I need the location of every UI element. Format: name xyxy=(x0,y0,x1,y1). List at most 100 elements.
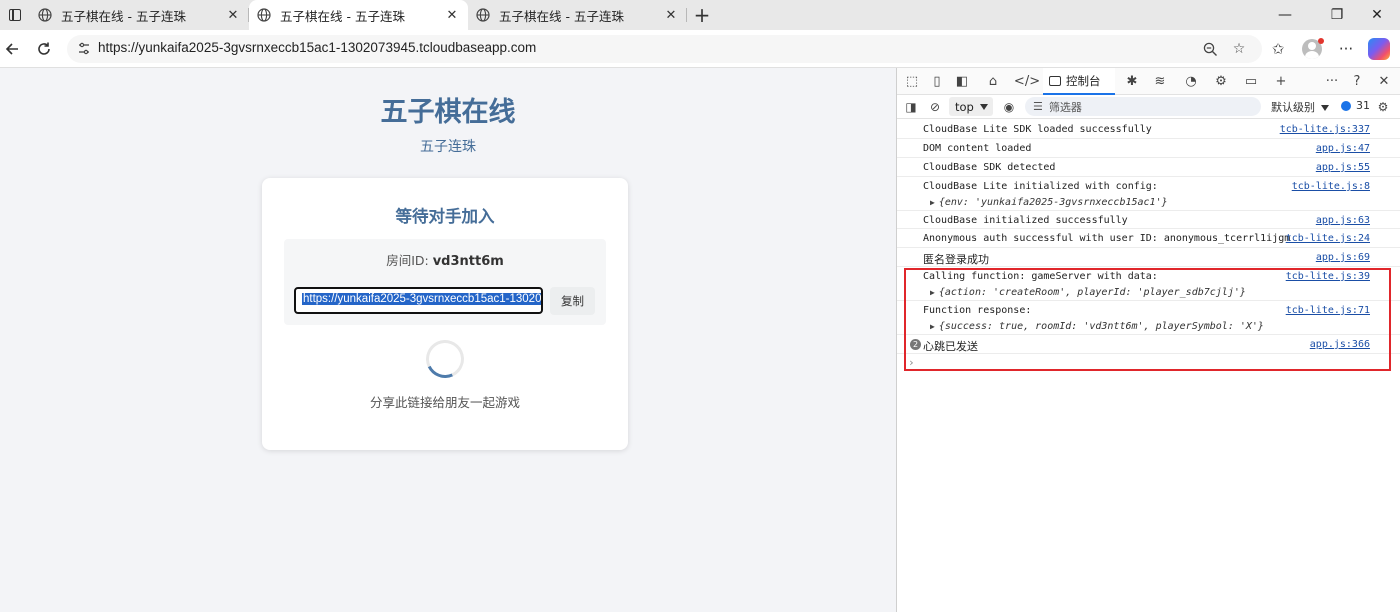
sources-bug-icon[interactable]: ✱ xyxy=(1123,72,1141,90)
share-hint: 分享此链接给朋友一起游戏 xyxy=(369,395,520,410)
message-bubble-icon xyxy=(1341,100,1351,111)
page-title: 五子棋在线 xyxy=(380,97,516,128)
tab-separator xyxy=(686,8,687,22)
log-source-link[interactable]: app.js:63 xyxy=(1316,215,1370,226)
sidebar-toggle-icon[interactable]: ◨ xyxy=(903,99,919,115)
close-tab-icon[interactable]: ✕ xyxy=(663,7,679,23)
more-menu-icon[interactable]: ··· xyxy=(1336,39,1356,59)
reload-icon xyxy=(38,42,50,55)
log-object-text: {env: 'yunkaifa2025-3gvsrnxeccb15ac1'} xyxy=(938,197,1168,208)
browser-toolbar: https://yunkaifa2025-3gvsrnxeccb15ac1-13… xyxy=(0,30,1400,68)
tab-title: 五子棋在线 - 五子连珠 xyxy=(499,8,624,24)
log-message: CloudBase Lite SDK loaded successfully xyxy=(923,124,1152,135)
site-info-icon[interactable] xyxy=(77,41,91,57)
network-wifi-icon[interactable]: ≋ xyxy=(1151,72,1169,90)
tab-console[interactable]: 控制台 xyxy=(1043,68,1115,95)
expand-triangle-icon: ▶ xyxy=(930,198,935,207)
web-page: 五子棋在线 五子连珠 等待对手加入 房间ID: vd3ntt6m https:/… xyxy=(0,68,896,612)
loading-spinner xyxy=(420,334,470,384)
favorite-star-icon[interactable]: ☆ xyxy=(1230,40,1248,58)
room-info-box: 房间ID: vd3ntt6m https://yunkaifa2025-3gvs… xyxy=(284,239,606,325)
devtools-panel: ⬚ ▯ ◧ ⌂ </> 控制台 ✱ ≋ ◔ ⚙ ▭ + ··· ? ✕ ◨ ⊘ … xyxy=(896,68,1400,612)
address-bar[interactable]: https://yunkaifa2025-3gvsrnxeccb15ac1-13… xyxy=(67,35,1262,63)
log-level-value: 默认级别 xyxy=(1271,101,1315,114)
close-tab-icon[interactable]: ✕ xyxy=(225,7,241,23)
message-count[interactable]: 31 xyxy=(1341,99,1370,112)
inspect-element-icon[interactable]: ⬚ xyxy=(903,72,921,90)
copy-button[interactable]: 复制 xyxy=(550,287,595,315)
globe-icon xyxy=(257,8,271,22)
tab-title: 五子棋在线 - 五子连珠 xyxy=(280,8,405,24)
log-source-link[interactable]: app.js:55 xyxy=(1316,162,1370,173)
waiting-title: 等待对手加入 xyxy=(395,207,495,226)
console-log-row: CloudBase initialized successfully app.j… xyxy=(897,211,1400,229)
share-link-text: https://yunkaifa2025-3gvsrnxeccb15ac1-13… xyxy=(302,293,541,305)
browser-tab-1[interactable]: 五子棋在线 - 五子连珠 ✕ xyxy=(30,0,249,30)
device-emulation-icon[interactable]: ▯ xyxy=(928,72,946,90)
console-log-row: CloudBase SDK detected app.js:55 xyxy=(897,158,1400,177)
log-message: CloudBase Lite initialized with config: xyxy=(923,181,1158,192)
console-settings-gear-icon[interactable]: ⚙ xyxy=(1375,99,1391,115)
log-source-link[interactable]: tcb-lite.js:8 xyxy=(1292,181,1370,192)
log-source-link[interactable]: app.js:47 xyxy=(1316,143,1370,154)
url-text: https://yunkaifa2025-3gvsrnxeccb15ac1-13… xyxy=(98,40,537,55)
tab-title: 五子棋在线 - 五子连珠 xyxy=(61,8,186,24)
application-icon[interactable]: ▭ xyxy=(1242,72,1260,90)
help-icon[interactable]: ? xyxy=(1348,72,1366,90)
console-log-row: DOM content loaded app.js:47 xyxy=(897,139,1400,158)
filter-placeholder: 筛选器 xyxy=(1048,100,1082,114)
dock-side-icon[interactable]: ◧ xyxy=(953,72,971,90)
back-arrow-icon xyxy=(5,43,18,55)
console-icon xyxy=(1049,75,1061,86)
browser-tab-3[interactable]: 五子棋在线 - 五子连珠 ✕ xyxy=(468,0,687,30)
close-window-button[interactable]: ✕ xyxy=(1354,0,1400,30)
settings-gear-icon[interactable]: ⚙ xyxy=(1212,72,1230,90)
new-tab-button[interactable]: + xyxy=(687,0,717,30)
tab-console-label: 控制台 xyxy=(1066,73,1101,88)
back-button[interactable] xyxy=(0,37,24,61)
tab-actions-icon xyxy=(9,9,21,21)
log-source-link[interactable]: tcb-lite.js:337 xyxy=(1280,124,1370,135)
clear-console-icon[interactable]: ⊘ xyxy=(927,99,943,115)
share-link-input[interactable]: https://yunkaifa2025-3gvsrnxeccb15ac1-13… xyxy=(294,287,543,314)
log-message: CloudBase initialized successfully xyxy=(923,215,1128,226)
copilot-icon[interactable] xyxy=(1368,38,1390,60)
console-log-row: CloudBase Lite SDK loaded successfully t… xyxy=(897,120,1400,139)
log-level-select[interactable]: 默认级别 xyxy=(1271,99,1329,115)
log-message: Anonymous auth successful with user ID: … xyxy=(923,233,1291,244)
waiting-card: 等待对手加入 房间ID: vd3ntt6m https://yunkaifa20… xyxy=(262,178,628,450)
live-expression-eye-icon[interactable]: ◉ xyxy=(1001,99,1017,115)
console-log-row: Anonymous auth successful with user ID: … xyxy=(897,229,1400,248)
reload-button[interactable] xyxy=(32,37,56,61)
devtools-more-icon[interactable]: ··· xyxy=(1323,72,1341,90)
elements-tab-icon[interactable]: </> xyxy=(1014,72,1040,90)
console-filter-bar: ◨ ⊘ top ◉ ☰ 筛选器 默认级别 31 ⚙ xyxy=(897,95,1400,119)
favorites-icon[interactable]: ✩ xyxy=(1268,39,1288,59)
tab-actions-button[interactable] xyxy=(0,0,30,30)
context-select[interactable]: top xyxy=(949,97,993,116)
log-message: 匿名登录成功 xyxy=(923,253,989,266)
welcome-home-icon[interactable]: ⌂ xyxy=(984,72,1002,90)
performance-gauge-icon[interactable]: ◔ xyxy=(1182,72,1200,90)
zoom-icon[interactable] xyxy=(1201,40,1219,58)
close-devtools-icon[interactable]: ✕ xyxy=(1375,72,1393,90)
profile-notification-dot xyxy=(1318,38,1324,44)
log-source-link[interactable]: app.js:69 xyxy=(1316,252,1370,263)
console-filter-input[interactable]: ☰ 筛选器 xyxy=(1025,97,1261,116)
console-log-row: CloudBase Lite initialized with config: … xyxy=(897,177,1400,211)
page-subtitle: 五子连珠 xyxy=(420,139,476,155)
room-id-label: 房间ID: xyxy=(386,253,433,268)
browser-tab-strip: 五子棋在线 - 五子连珠 ✕ 五子棋在线 - 五子连珠 ✕ 五子棋在线 - 五子… xyxy=(0,0,1400,30)
console-log-row: 匿名登录成功 app.js:69 xyxy=(897,248,1400,267)
globe-icon xyxy=(38,8,52,22)
browser-tab-2[interactable]: 五子棋在线 - 五子连珠 ✕ xyxy=(249,0,468,30)
room-id-line: 房间ID: vd3ntt6m xyxy=(284,250,606,269)
minimize-button[interactable]: — xyxy=(1262,0,1308,30)
log-source-link[interactable]: tcb-lite.js:24 xyxy=(1286,233,1370,244)
log-message: DOM content loaded xyxy=(923,143,1032,154)
log-object-preview[interactable]: ▶ {env: 'yunkaifa2025-3gvsrnxeccb15ac1'} xyxy=(930,197,1168,208)
log-message: CloudBase SDK detected xyxy=(923,162,1056,173)
close-tab-icon[interactable]: ✕ xyxy=(444,7,460,23)
message-count-value: 31 xyxy=(1356,99,1370,112)
more-tools-plus-icon[interactable]: + xyxy=(1272,72,1290,90)
